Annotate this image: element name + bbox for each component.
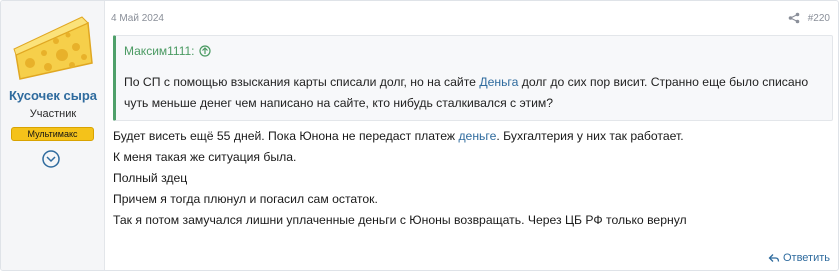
message-link[interactable]: деньге — [458, 129, 496, 143]
reply-button[interactable]: Ответить — [768, 252, 830, 264]
post-date[interactable]: 4 Май 2024 — [111, 13, 164, 24]
message-line: Будет висеть ещё 55 дней. Пока Юнона не … — [113, 126, 833, 147]
message-line: Полный здец — [113, 171, 188, 185]
forum-post: Кусочек сыра Участник Мультимакс 4 Май 2… — [0, 0, 839, 271]
quote-link[interactable]: Деньга — [479, 75, 518, 89]
quote-text-part1: По СП с помощью взыскания карты списали … — [124, 75, 480, 89]
user-banner: Мультимакс — [11, 127, 94, 141]
message-line: Так я потом замучался лишни уплаченные д… — [113, 213, 687, 227]
go-to-quote-icon[interactable] — [198, 45, 211, 57]
reply-icon — [768, 254, 780, 262]
user-title: Участник — [29, 108, 77, 120]
username-link[interactable]: Кусочек сыра — [1, 88, 105, 103]
quote-text: По СП с помощью взыскания карты списали … — [124, 72, 828, 114]
post-content: 4 Май 2024 #220 Максим1111: По СП с помо — [105, 1, 838, 270]
message-body: Будет висеть ещё 55 дней. Пока Юнона не … — [113, 126, 833, 231]
message-text: . Бухгалтерия у них так работает. — [496, 129, 684, 143]
message-line: Причем я тогда плюнул и погасил сам оста… — [113, 192, 378, 206]
post-number[interactable]: #220 — [808, 13, 830, 24]
quote-header[interactable]: Максим1111: — [124, 44, 211, 58]
reply-label[interactable]: Ответить — [783, 252, 830, 264]
quote-author[interactable]: Максим1111: — [124, 44, 195, 58]
post-actions: #220 — [788, 12, 830, 24]
cheese-avatar[interactable] — [10, 9, 96, 85]
message-text: Будет висеть ещё 55 дней. Пока Юнона не … — [113, 129, 459, 143]
expand-user-info-icon[interactable] — [41, 149, 61, 169]
quote-block: Максим1111: По СП с помощью взыскания ка… — [113, 35, 833, 121]
share-icon[interactable] — [788, 12, 800, 24]
message-line: К меня такая же ситуация была. — [113, 150, 297, 164]
user-info-panel: Кусочек сыра Участник Мультимакс — [1, 1, 105, 270]
